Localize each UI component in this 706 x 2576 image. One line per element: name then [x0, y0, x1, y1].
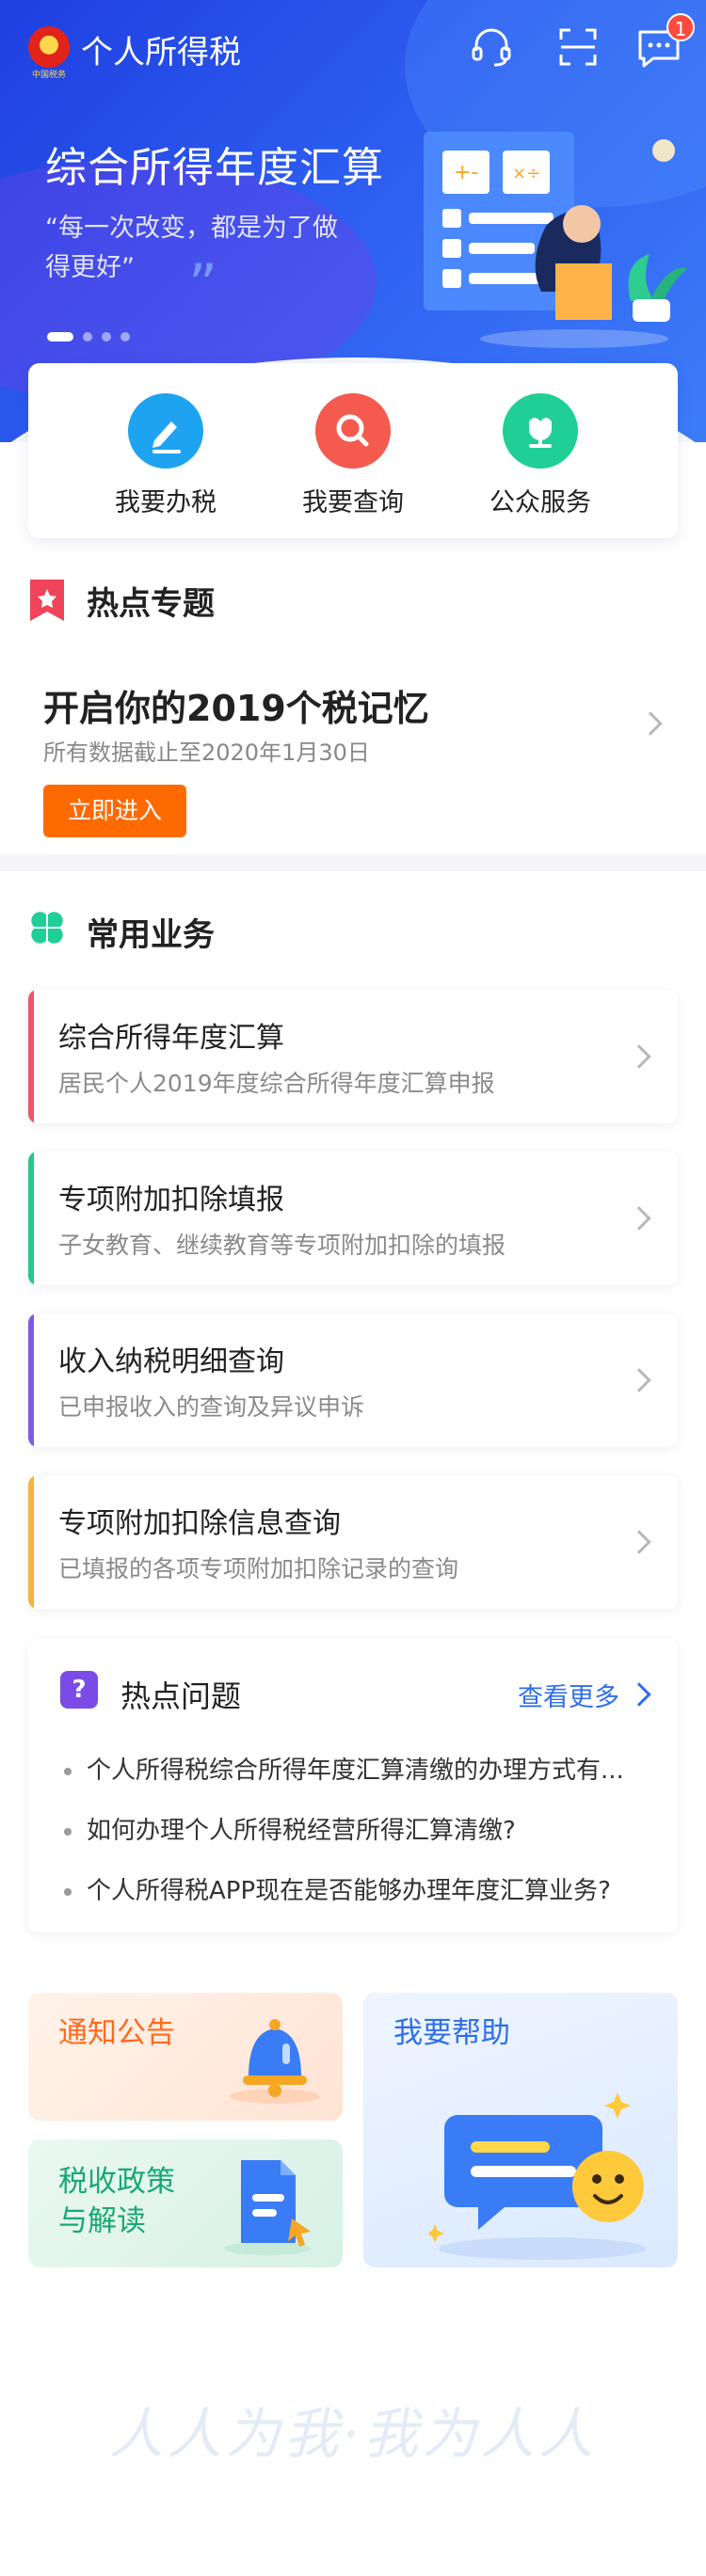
quick-action-query[interactable]: 我要查询 — [259, 393, 447, 518]
scan-icon[interactable] — [554, 23, 602, 72]
notice-tile-label: 通知公告 — [58, 2016, 175, 2050]
chevron-right-icon — [627, 1206, 651, 1231]
quick-actions-card: 我要办税 我要查询 公众服务 — [28, 363, 678, 538]
tax-policy-tile-label-line1: 税收政策 — [58, 2165, 175, 2199]
section-divider — [0, 854, 706, 871]
service-title: 专项附加扣除填报 — [58, 1184, 284, 1216]
svg-text:+-: +- — [454, 161, 478, 184]
document-icon — [224, 2160, 311, 2255]
enter-now-button[interactable]: 立即进入 — [43, 785, 186, 837]
hot-topic-subtitle: 所有数据截止至2020年1月30日 — [43, 739, 370, 766]
carousel-dot — [83, 332, 92, 342]
quick-action-public-service[interactable]: 公众服务 — [446, 393, 634, 518]
carousel-indicator — [47, 327, 139, 345]
carousel-dot — [47, 332, 73, 342]
chat-help-icon — [429, 2092, 646, 2260]
service-subtitle: 已申报收入的查询及异议申诉 — [58, 1393, 365, 1421]
help-tile-label: 我要帮助 — [393, 2016, 510, 2050]
chevron-right-icon — [627, 1530, 651, 1554]
tax-emblem-icon — [28, 26, 70, 68]
question-item[interactable]: 个人所得税APP现在是否能够办理年度汇算业务? — [60, 1861, 663, 1921]
service-card-income-query[interactable]: 收入纳税明细查询 已申报收入的查询及异议申诉 — [28, 1313, 678, 1447]
hot-questions-list: 个人所得税综合所得年度汇算清缴的办理方式有... 如何办理个人所得税经营所得汇算… — [60, 1741, 663, 1921]
bell-icon — [230, 2019, 320, 2104]
chevron-right-icon — [627, 1368, 651, 1392]
quick-action-label: 公众服务 — [489, 488, 591, 517]
banner-title: 综合所得年度汇算 — [45, 144, 384, 192]
question-item[interactable]: 个人所得税综合所得年度汇算清缴的办理方式有... — [60, 1741, 663, 1801]
accent-bar — [28, 990, 34, 1123]
chevron-right-icon[interactable] — [627, 1682, 651, 1707]
tax-policy-tile-label-line2: 与解读 — [58, 2204, 146, 2238]
service-card-annual-settlement[interactable]: 综合所得年度汇算 居民个人2019年度综合所得年度汇算申报 — [28, 990, 678, 1123]
customer-service-headset-icon[interactable] — [467, 23, 516, 72]
top-bar: 中国税务 个人所得税 1 — [0, 13, 706, 83]
flower-icon — [503, 393, 578, 469]
quote-mark-decoration: ” — [188, 252, 218, 318]
service-title: 综合所得年度汇算 — [58, 1022, 284, 1055]
service-subtitle: 子女教育、继续教育等专项附加扣除的填报 — [58, 1232, 506, 1259]
carousel-dot — [120, 332, 130, 342]
help-tile[interactable]: 我要帮助 — [363, 1993, 678, 2267]
chevron-right-icon[interactable] — [638, 711, 663, 736]
section-title: 热点专题 — [87, 585, 215, 623]
message-icon[interactable]: 1 — [634, 13, 695, 72]
question-item[interactable]: 如何办理个人所得税经营所得汇算清缴? — [60, 1801, 663, 1861]
logo-text: 中国税务 — [31, 71, 66, 80]
accent-bar — [28, 1475, 34, 1609]
service-card-deduction-query[interactable]: 专项附加扣除信息查询 已填报的各项专项附加扣除记录的查询 — [28, 1475, 678, 1609]
notice-tile[interactable]: 通知公告 — [28, 1993, 343, 2121]
bookmark-star-icon — [30, 580, 64, 621]
service-subtitle: 居民个人2019年度综合所得年度汇算申报 — [58, 1070, 495, 1097]
hot-topic-title[interactable]: 开启你的2019个税记忆 — [43, 679, 429, 731]
service-card-deduction-fill[interactable]: 专项附加扣除填报 子女教育、继续教育等专项附加扣除的填报 — [28, 1152, 678, 1285]
svg-text:×÷: ×÷ — [512, 164, 540, 183]
quick-action-label: 我要办税 — [115, 488, 217, 517]
service-title: 专项附加扣除信息查询 — [58, 1507, 341, 1540]
quick-action-do-tax[interactable]: 我要办税 — [72, 393, 260, 518]
grid-leaf-icon — [31, 912, 63, 944]
app-title: 个人所得税 — [81, 34, 241, 72]
carousel-dot — [102, 332, 111, 342]
service-subtitle: 已填报的各项专项附加扣除记录的查询 — [58, 1555, 459, 1582]
tax-form-illustration: +- ×÷ — [424, 132, 687, 348]
service-title: 收入纳税明细查询 — [58, 1345, 284, 1378]
view-more-link[interactable]: 查看更多 — [518, 1677, 619, 1713]
section-title: 常用业务 — [87, 916, 215, 954]
accent-bar — [28, 1313, 34, 1447]
message-count-badge: 1 — [666, 13, 695, 41]
footer-slogan: 人人为我·我为人人 — [108, 2402, 598, 2466]
pen-icon — [128, 393, 203, 469]
accent-bar — [28, 1152, 34, 1285]
hot-questions-card: ? 热点问题 查看更多 个人所得税综合所得年度汇算清缴的办理方式有... 如何办… — [28, 1639, 678, 1932]
quick-action-label: 我要查询 — [302, 488, 404, 517]
search-icon — [315, 393, 391, 469]
question-icon: ? — [60, 1671, 98, 1709]
hot-questions-title: 热点问题 — [120, 1678, 242, 1714]
chevron-right-icon — [627, 1044, 651, 1069]
tax-policy-tile[interactable]: 税收政策 与解读 — [28, 2139, 343, 2267]
